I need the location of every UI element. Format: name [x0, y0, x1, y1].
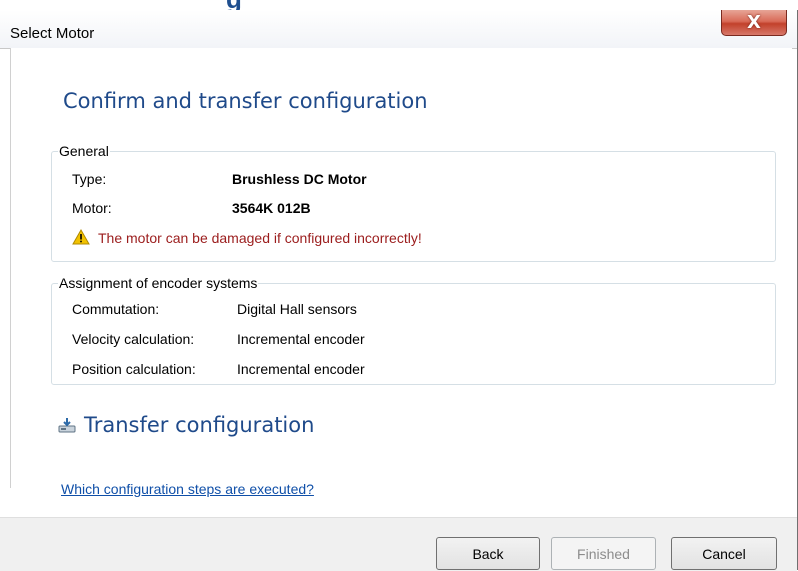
background-window-strip: g	[0, 0, 798, 10]
configuration-steps-help-link[interactable]: Which configuration steps are executed?	[61, 481, 314, 497]
page-heading: Confirm and transfer configuration	[63, 89, 428, 113]
close-button[interactable]: X	[721, 10, 787, 36]
select-motor-dialog: Select Motor X Confirm and transfer conf…	[0, 10, 798, 571]
position-calculation-value: Incremental encoder	[237, 361, 365, 377]
background-window-text: g	[226, 0, 242, 10]
warning-icon	[72, 229, 90, 245]
type-value: Brushless DC Motor	[232, 171, 367, 187]
type-label: Type:	[72, 171, 107, 187]
transfer-configuration-link[interactable]: Transfer configuration	[58, 413, 314, 437]
close-icon: X	[747, 11, 761, 33]
velocity-calculation-label: Velocity calculation:	[72, 331, 195, 347]
warning-message: The motor can be damaged if configured i…	[98, 230, 422, 246]
transfer-configuration-label: Transfer configuration	[84, 413, 315, 437]
encoder-group-title: Assignment of encoder systems	[58, 275, 259, 291]
velocity-calculation-value: Incremental encoder	[237, 331, 365, 347]
commutation-value: Digital Hall sensors	[237, 301, 357, 317]
dialog-content: Confirm and transfer configuration Gener…	[10, 48, 792, 497]
dialog-title: Select Motor	[10, 25, 95, 42]
motor-label: Motor:	[72, 200, 112, 216]
motor-value: 3564K 012B	[232, 200, 311, 216]
commutation-label: Commutation:	[72, 301, 160, 317]
finished-button[interactable]: Finished	[551, 537, 656, 570]
position-calculation-label: Position calculation:	[72, 361, 196, 377]
general-group-title: General	[58, 143, 110, 159]
title-bar: Select Motor X	[0, 10, 797, 49]
general-group: General Type: Brushless DC Motor Motor: …	[51, 143, 776, 262]
transfer-download-icon	[58, 418, 76, 433]
cancel-button[interactable]: Cancel	[671, 537, 777, 570]
encoder-assignment-group: Assignment of encoder systems Commutatio…	[51, 275, 776, 385]
dialog-footer: Back Finished Cancel	[0, 517, 797, 571]
back-button[interactable]: Back	[436, 537, 540, 570]
